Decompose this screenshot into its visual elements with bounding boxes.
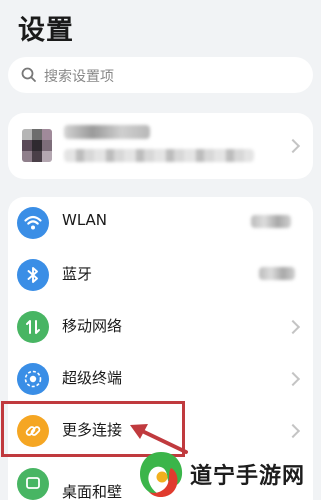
chevron-right-icon (285, 319, 301, 335)
settings-item-label: 桌面和壁 (62, 483, 123, 500)
settings-item-label: 蓝牙 (62, 265, 93, 283)
settings-item-mobile-network[interactable]: 移动网络 (8, 301, 313, 354)
chevron-right-icon (285, 138, 301, 154)
search-input[interactable]: 搜索设置项 (44, 66, 114, 86)
settings-item-bluetooth[interactable]: 蓝牙 (8, 249, 313, 302)
search-icon (21, 67, 36, 82)
wlan-status (251, 215, 291, 228)
account-name (64, 125, 150, 139)
bluetooth-icon (17, 259, 49, 291)
account-info (64, 149, 254, 162)
bluetooth-status (259, 267, 295, 280)
watermark-logo-icon (140, 452, 183, 498)
wifi-icon (17, 207, 49, 239)
super-device-icon (17, 363, 49, 395)
mobile-network-icon (17, 311, 49, 343)
chevron-right-icon (285, 423, 301, 439)
watermark: 道宁手游网 (130, 447, 321, 500)
settings-item-wlan[interactable]: WLAN (8, 197, 313, 250)
desktop-icon (17, 468, 49, 500)
settings-item-label: 移动网络 (62, 317, 123, 335)
avatar (22, 129, 52, 162)
page-title: 设置 (18, 15, 74, 46)
watermark-text: 道宁手游网 (190, 464, 306, 489)
settings-item-label: WLAN (62, 211, 108, 229)
search-bar[interactable]: 搜索设置项 (8, 57, 313, 93)
chevron-right-icon (285, 371, 301, 387)
account-card[interactable] (8, 113, 313, 179)
settings-item-super-device[interactable]: 超级终端 (8, 353, 313, 406)
settings-item-label: 超级终端 (62, 369, 123, 387)
